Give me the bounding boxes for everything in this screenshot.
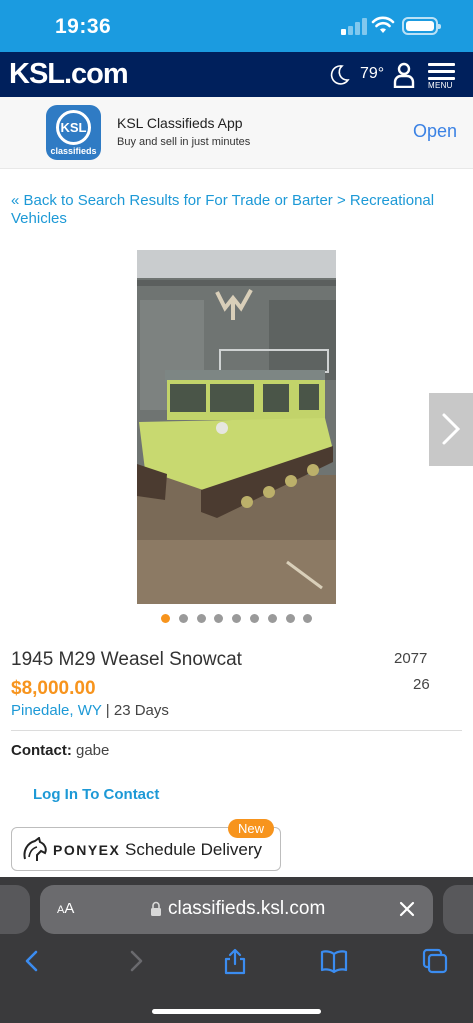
home-indicator xyxy=(152,1009,321,1014)
carousel-dot[interactable] xyxy=(285,614,295,623)
browser-toolbar: AA classifieds.ksl.com xyxy=(0,877,473,1023)
close-icon[interactable] xyxy=(397,899,417,919)
temperature: 79° xyxy=(360,65,385,82)
listing-photo[interactable] xyxy=(137,250,336,604)
contact-line: Contact: gabe xyxy=(11,742,109,759)
ponyex-brand: PONYEX xyxy=(53,842,121,858)
cellular-signal-icon xyxy=(341,18,367,35)
bookmarks-icon[interactable] xyxy=(320,947,348,975)
contact-name: gabe xyxy=(76,742,110,759)
lock-icon xyxy=(151,901,161,916)
listing-age: | 23 Days xyxy=(105,702,169,719)
user-account-icon[interactable] xyxy=(393,62,415,88)
breadcrumb-back-link[interactable]: « Back to Search Results for For Trade o… xyxy=(11,192,463,228)
app-banner-title: KSL Classifieds App xyxy=(117,115,243,131)
location-line: Pinedale, WY | 23 Days xyxy=(11,702,169,719)
ponyex-horse-icon xyxy=(23,837,47,861)
previous-tab-pill[interactable] xyxy=(0,885,30,934)
carousel-dot[interactable] xyxy=(267,614,277,623)
forward-icon[interactable] xyxy=(121,947,149,975)
carousel-dot[interactable] xyxy=(303,614,313,623)
site-header: KSL.com 79° MENU xyxy=(0,52,473,97)
app-icon-text: KSL xyxy=(56,110,91,145)
chevron-right-icon xyxy=(442,413,461,445)
carousel-dot[interactable] xyxy=(196,614,206,623)
carousel-dot[interactable] xyxy=(214,614,224,623)
menu-label: MENU xyxy=(428,81,453,90)
view-count: 2077 xyxy=(394,650,428,667)
status-bar: 19:36 xyxy=(0,0,473,52)
carousel-dot[interactable] xyxy=(232,614,242,623)
app-icon-subtext: classifieds xyxy=(50,146,97,156)
ksl-logo[interactable]: KSL.com xyxy=(9,58,129,91)
carousel-dot[interactable] xyxy=(250,614,259,623)
contact-label: Contact: xyxy=(11,742,72,759)
wifi-icon xyxy=(371,16,395,33)
open-app-button[interactable]: Open xyxy=(413,121,457,142)
reader-settings-button[interactable]: AA xyxy=(57,900,74,917)
logo-main-text: KSL xyxy=(9,58,65,90)
listing-title: 1945 M29 Weasel Snowcat xyxy=(11,649,242,670)
moon-icon xyxy=(330,65,350,85)
listing-price: $8,000.00 xyxy=(11,678,96,699)
url-text: classifieds.ksl.com xyxy=(168,898,326,919)
logo-suffix-text: .com xyxy=(64,58,129,90)
schedule-delivery-label: Schedule Delivery xyxy=(125,840,263,859)
carousel-dot[interactable] xyxy=(161,614,170,623)
address-bar[interactable]: AA classifieds.ksl.com xyxy=(40,885,433,934)
new-badge: New xyxy=(228,819,274,838)
tabs-icon[interactable] xyxy=(421,947,449,975)
favorite-count: 26 xyxy=(413,676,430,693)
next-image-button[interactable] xyxy=(429,393,473,466)
back-icon[interactable] xyxy=(19,947,47,975)
share-icon[interactable] xyxy=(221,947,249,975)
app-banner-subtitle: Buy and sell in just minutes xyxy=(117,136,251,148)
ksl-classifieds-app-icon: KSL classifieds xyxy=(46,105,101,160)
battery-icon xyxy=(402,17,441,35)
carousel-dot[interactable] xyxy=(178,614,188,623)
location-link[interactable]: Pinedale, WY xyxy=(11,702,102,719)
status-time: 19:36 xyxy=(55,15,112,38)
app-install-banner: KSL classifieds KSL Classifieds App Buy … xyxy=(0,97,473,169)
next-tab-pill[interactable] xyxy=(443,885,473,934)
login-to-contact-link[interactable]: Log In To Contact xyxy=(33,786,159,803)
aa-large: A xyxy=(64,900,75,917)
divider xyxy=(11,730,462,731)
